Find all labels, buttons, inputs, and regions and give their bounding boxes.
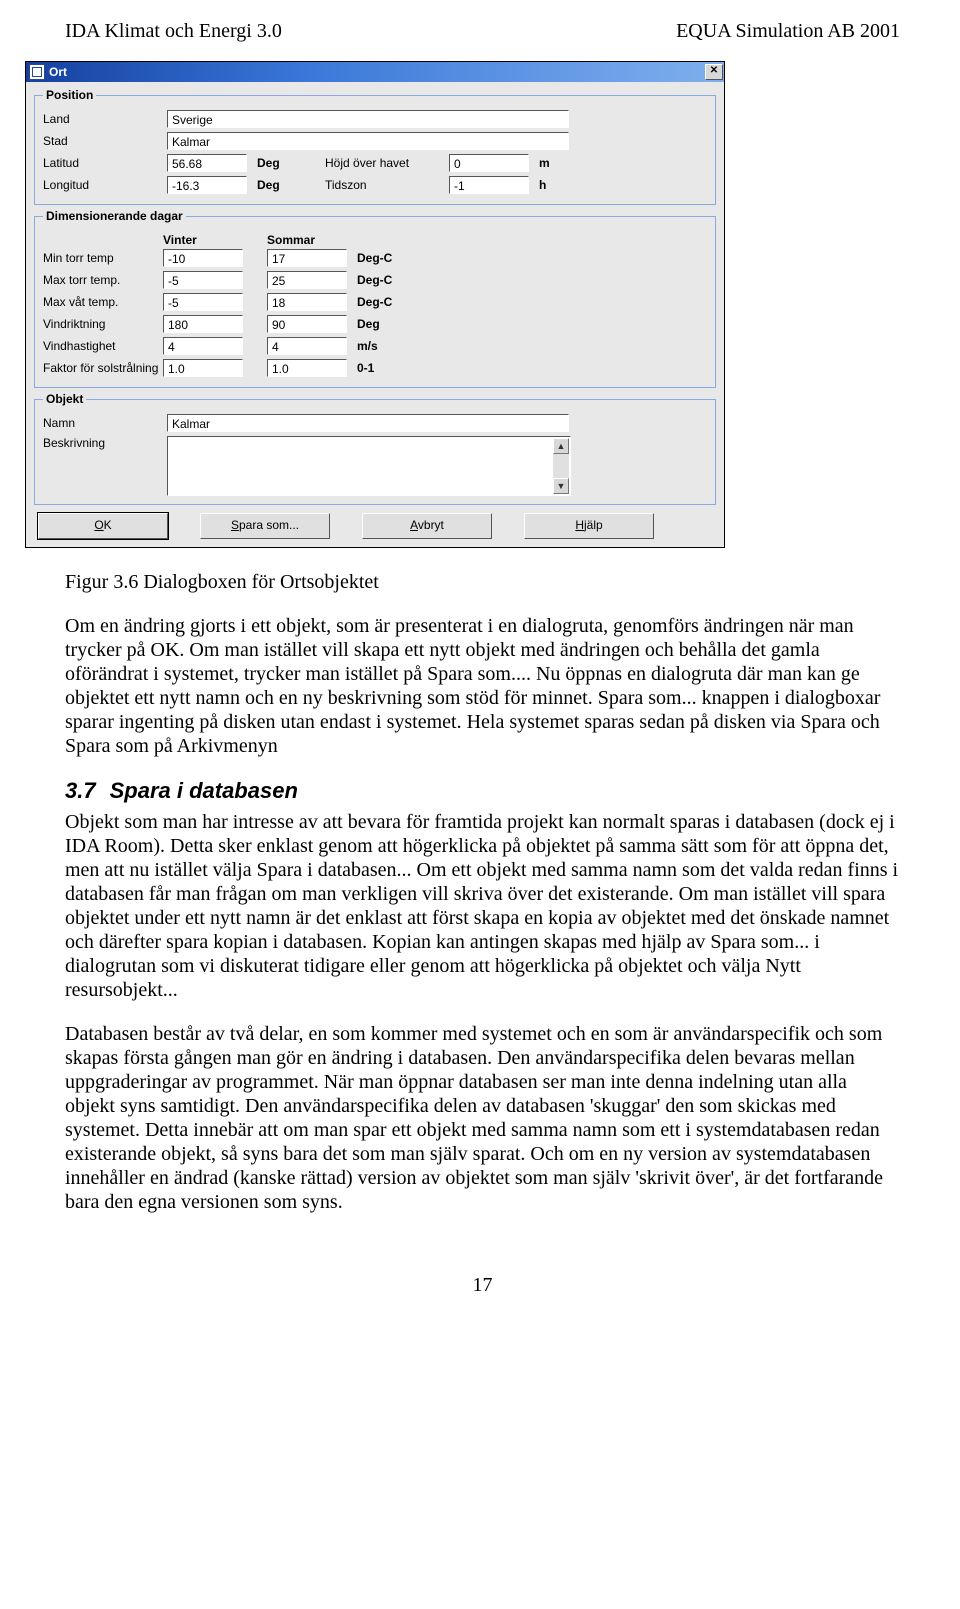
height-label: Höjd över havet xyxy=(325,156,445,170)
object-name-label: Namn xyxy=(43,416,163,430)
design-row-unit: Deg-C xyxy=(357,295,417,309)
paragraph-1: Om en ändring gjorts i ett objekt, som ä… xyxy=(65,614,900,758)
doc-header-right: EQUA Simulation AB 2001 xyxy=(676,20,900,43)
app-icon xyxy=(29,64,45,80)
dialog-title: Ort xyxy=(49,65,67,79)
object-group: Objekt Namn Kalmar Beskrivning ▲ ▼ xyxy=(34,392,716,505)
position-group: Position Land Sverige Stad Kalmar Latitu… xyxy=(34,88,716,205)
winter-input[interactable]: 180 xyxy=(163,315,243,333)
design-row-unit: Deg xyxy=(357,317,417,331)
longitude-unit: Deg xyxy=(257,178,307,192)
design-row-label: Vindhastighet xyxy=(43,339,163,353)
design-row-label: Max torr temp. xyxy=(43,273,163,287)
latitude-unit: Deg xyxy=(257,156,307,170)
timezone-input[interactable]: -1 xyxy=(449,176,529,194)
summer-input[interactable]: 4 xyxy=(267,337,347,355)
design-days-group: Dimensionerande dagar . Vinter Sommar Mi… xyxy=(34,209,716,388)
longitude-label: Longitud xyxy=(43,178,163,192)
design-row-label: Max våt temp. xyxy=(43,295,163,309)
land-label: Land xyxy=(43,112,163,126)
help-button[interactable]: Hjälp xyxy=(524,513,654,539)
section-heading: 3.7Spara i databasen xyxy=(65,778,900,804)
scroll-up-icon[interactable]: ▲ xyxy=(553,438,569,454)
design-row-unit: m/s xyxy=(357,339,417,353)
design-row-label: Min torr temp xyxy=(43,251,163,265)
land-input[interactable]: Sverige xyxy=(167,110,569,128)
winter-input[interactable]: -10 xyxy=(163,249,243,267)
stad-label: Stad xyxy=(43,134,163,148)
summer-input[interactable]: 25 xyxy=(267,271,347,289)
summer-input[interactable]: 18 xyxy=(267,293,347,311)
summer-input[interactable]: 90 xyxy=(267,315,347,333)
latitude-label: Latitud xyxy=(43,156,163,170)
col-summer-header: Sommar xyxy=(267,233,351,247)
paragraph-3: Databasen består av två delar, en som ko… xyxy=(65,1022,900,1214)
design-days-legend: Dimensionerande dagar xyxy=(43,209,186,223)
timezone-unit: h xyxy=(539,178,589,192)
latitude-input[interactable]: 56.68 xyxy=(167,154,247,172)
height-input[interactable]: 0 xyxy=(449,154,529,172)
winter-input[interactable]: -5 xyxy=(163,293,243,311)
ok-button[interactable]: OK xyxy=(38,513,168,539)
summer-input[interactable]: 17 xyxy=(267,249,347,267)
design-row: Vindriktning180 90 Deg xyxy=(43,313,707,335)
ort-dialog: Ort ✕ Position Land Sverige Stad Kalmar xyxy=(25,61,725,548)
design-row: Min torr temp-10 17 Deg-C xyxy=(43,247,707,269)
design-row: Faktor för solstrålning1.01.00-1 xyxy=(43,357,707,379)
winter-input[interactable]: -5 xyxy=(163,271,243,289)
doc-header-left: IDA Klimat och Energi 3.0 xyxy=(65,20,282,43)
page-number: 17 xyxy=(65,1274,900,1297)
object-name-input[interactable]: Kalmar xyxy=(167,414,569,432)
winter-input[interactable]: 4 xyxy=(163,337,243,355)
design-row-unit: 0-1 xyxy=(357,361,417,375)
cancel-button[interactable]: Avbryt xyxy=(362,513,492,539)
object-legend: Objekt xyxy=(43,392,86,406)
design-row-label: Faktor för solstrålning xyxy=(43,361,163,375)
paragraph-2: Objekt som man har intresse av att bevar… xyxy=(65,810,900,1002)
scrollbar[interactable]: ▲ ▼ xyxy=(553,438,569,494)
close-icon[interactable]: ✕ xyxy=(705,64,723,80)
figure-caption: Figur 3.6 Dialogboxen för Ortsobjektet xyxy=(65,570,900,594)
height-unit: m xyxy=(539,156,589,170)
design-row: Max våt temp.-5 18 Deg-C xyxy=(43,291,707,313)
position-legend: Position xyxy=(43,88,96,102)
object-desc-label: Beskrivning xyxy=(43,436,163,450)
timezone-label: Tidszon xyxy=(325,178,445,192)
save-as-button[interactable]: Spara som... xyxy=(200,513,330,539)
winter-input[interactable]: 1.0 xyxy=(163,359,243,377)
summer-input[interactable]: 1.0 xyxy=(267,359,347,377)
longitude-input[interactable]: -16.3 xyxy=(167,176,247,194)
design-row-unit: Deg-C xyxy=(357,273,417,287)
stad-input[interactable]: Kalmar xyxy=(167,132,569,150)
design-row-unit: Deg-C xyxy=(357,251,417,265)
design-row-label: Vindriktning xyxy=(43,317,163,331)
design-row: Vindhastighet44m/s xyxy=(43,335,707,357)
object-desc-textarea[interactable]: ▲ ▼ xyxy=(167,436,571,496)
design-row: Max torr temp.-5 25 Deg-C xyxy=(43,269,707,291)
dialog-titlebar[interactable]: Ort ✕ xyxy=(26,62,724,82)
col-winter-header: Vinter xyxy=(163,233,247,247)
scroll-down-icon[interactable]: ▼ xyxy=(553,478,569,494)
